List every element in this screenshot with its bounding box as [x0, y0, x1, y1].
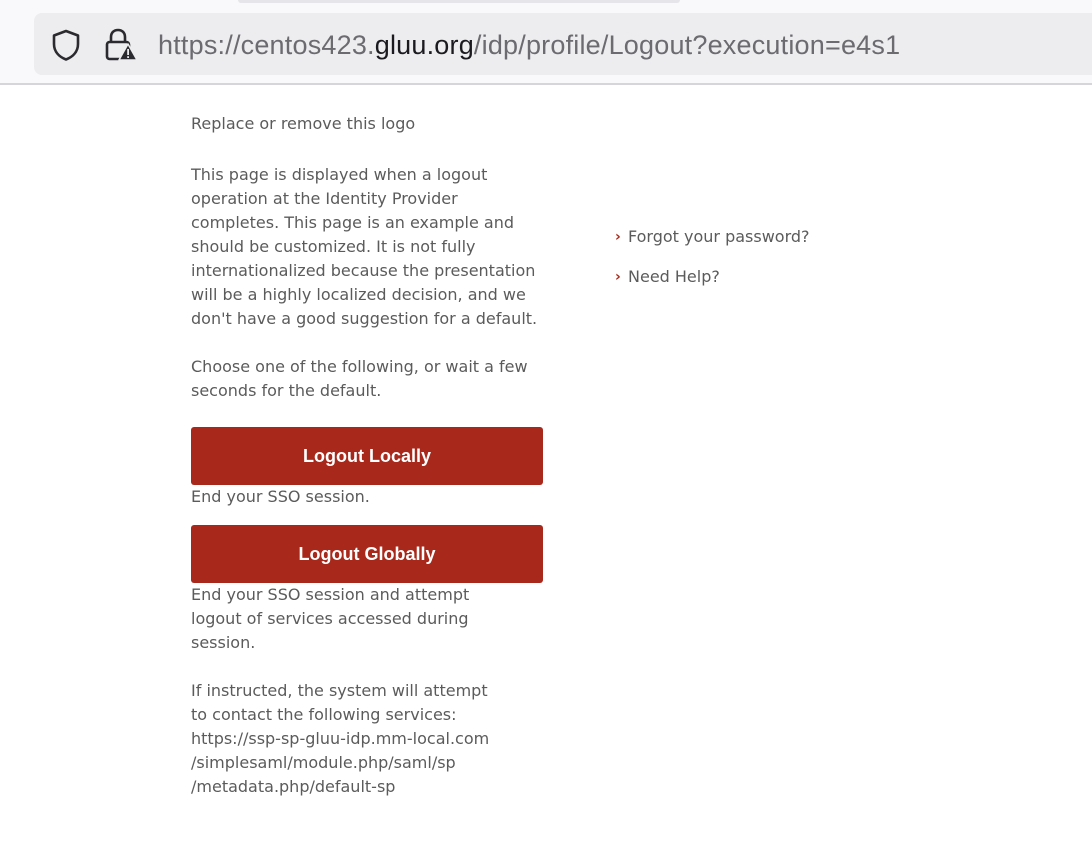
- intro-line: should be customized. It is not fully: [191, 237, 476, 256]
- intro-text: This page is displayed when a logout ope…: [191, 163, 551, 331]
- services-line: to contact the following services:: [191, 705, 457, 724]
- browser-toolbar: https://centos423.gluu.org/idp/profile/L…: [0, 0, 1092, 85]
- url-text[interactable]: https://centos423.gluu.org/idp/profile/L…: [158, 28, 900, 62]
- intro-line: will be a highly localized decision, and…: [191, 285, 526, 304]
- intro-line: This page is displayed when a logout: [191, 165, 488, 184]
- help-links: › Forgot your password? › Need Help?: [615, 225, 810, 305]
- logout-main: Replace or remove this logo This page is…: [191, 112, 551, 823]
- description-line: logout of services accessed during: [191, 609, 469, 628]
- logout-globally-description: End your SSO session and attempt logout …: [191, 583, 551, 655]
- intro-line: completes. This page is an example and: [191, 213, 515, 232]
- service-url-line: https://ssp-sp-gluu-idp.mm-local.com: [191, 729, 490, 748]
- choose-line: seconds for the default.: [191, 381, 382, 400]
- need-help-link[interactable]: Need Help?: [628, 265, 720, 289]
- description-line: End your SSO session and attempt: [191, 585, 470, 604]
- logout-locally-description: End your SSO session.: [191, 487, 370, 506]
- service-url-line: /simplesaml/module.php/saml/sp: [191, 753, 456, 772]
- lock-warning-icon[interactable]: [103, 27, 139, 63]
- need-help-item: › Need Help?: [615, 265, 810, 289]
- description-line: session.: [191, 633, 256, 652]
- logo-placeholder: Replace or remove this logo: [191, 114, 416, 133]
- choose-line: Choose one of the following, or wait a f…: [191, 357, 528, 376]
- url-prefix: https://centos423.: [158, 30, 375, 60]
- active-tab-edge[interactable]: [238, 0, 680, 3]
- choose-text: Choose one of the following, or wait a f…: [191, 355, 551, 403]
- url-domain: gluu.org: [374, 30, 474, 60]
- intro-line: internationalized because the presentati…: [191, 261, 536, 280]
- shield-icon[interactable]: [50, 28, 82, 62]
- logout-locally-button[interactable]: Logout Locally: [191, 427, 543, 485]
- chevron-right-icon: ›: [615, 269, 621, 285]
- forgot-password-item: › Forgot your password?: [615, 225, 810, 249]
- forgot-password-link[interactable]: Forgot your password?: [628, 225, 810, 249]
- service-url-line: /metadata.php/default-sp: [191, 777, 396, 796]
- services-text: If instructed, the system will attempt t…: [191, 679, 551, 799]
- services-line: If instructed, the system will attempt: [191, 681, 488, 700]
- intro-line: operation at the Identity Provider: [191, 189, 458, 208]
- intro-line: don't have a good suggestion for a defau…: [191, 309, 538, 328]
- url-path: /idp/profile/Logout?execution=e4s1: [473, 30, 901, 60]
- chevron-right-icon: ›: [615, 229, 621, 245]
- logout-globally-button[interactable]: Logout Globally: [191, 525, 543, 583]
